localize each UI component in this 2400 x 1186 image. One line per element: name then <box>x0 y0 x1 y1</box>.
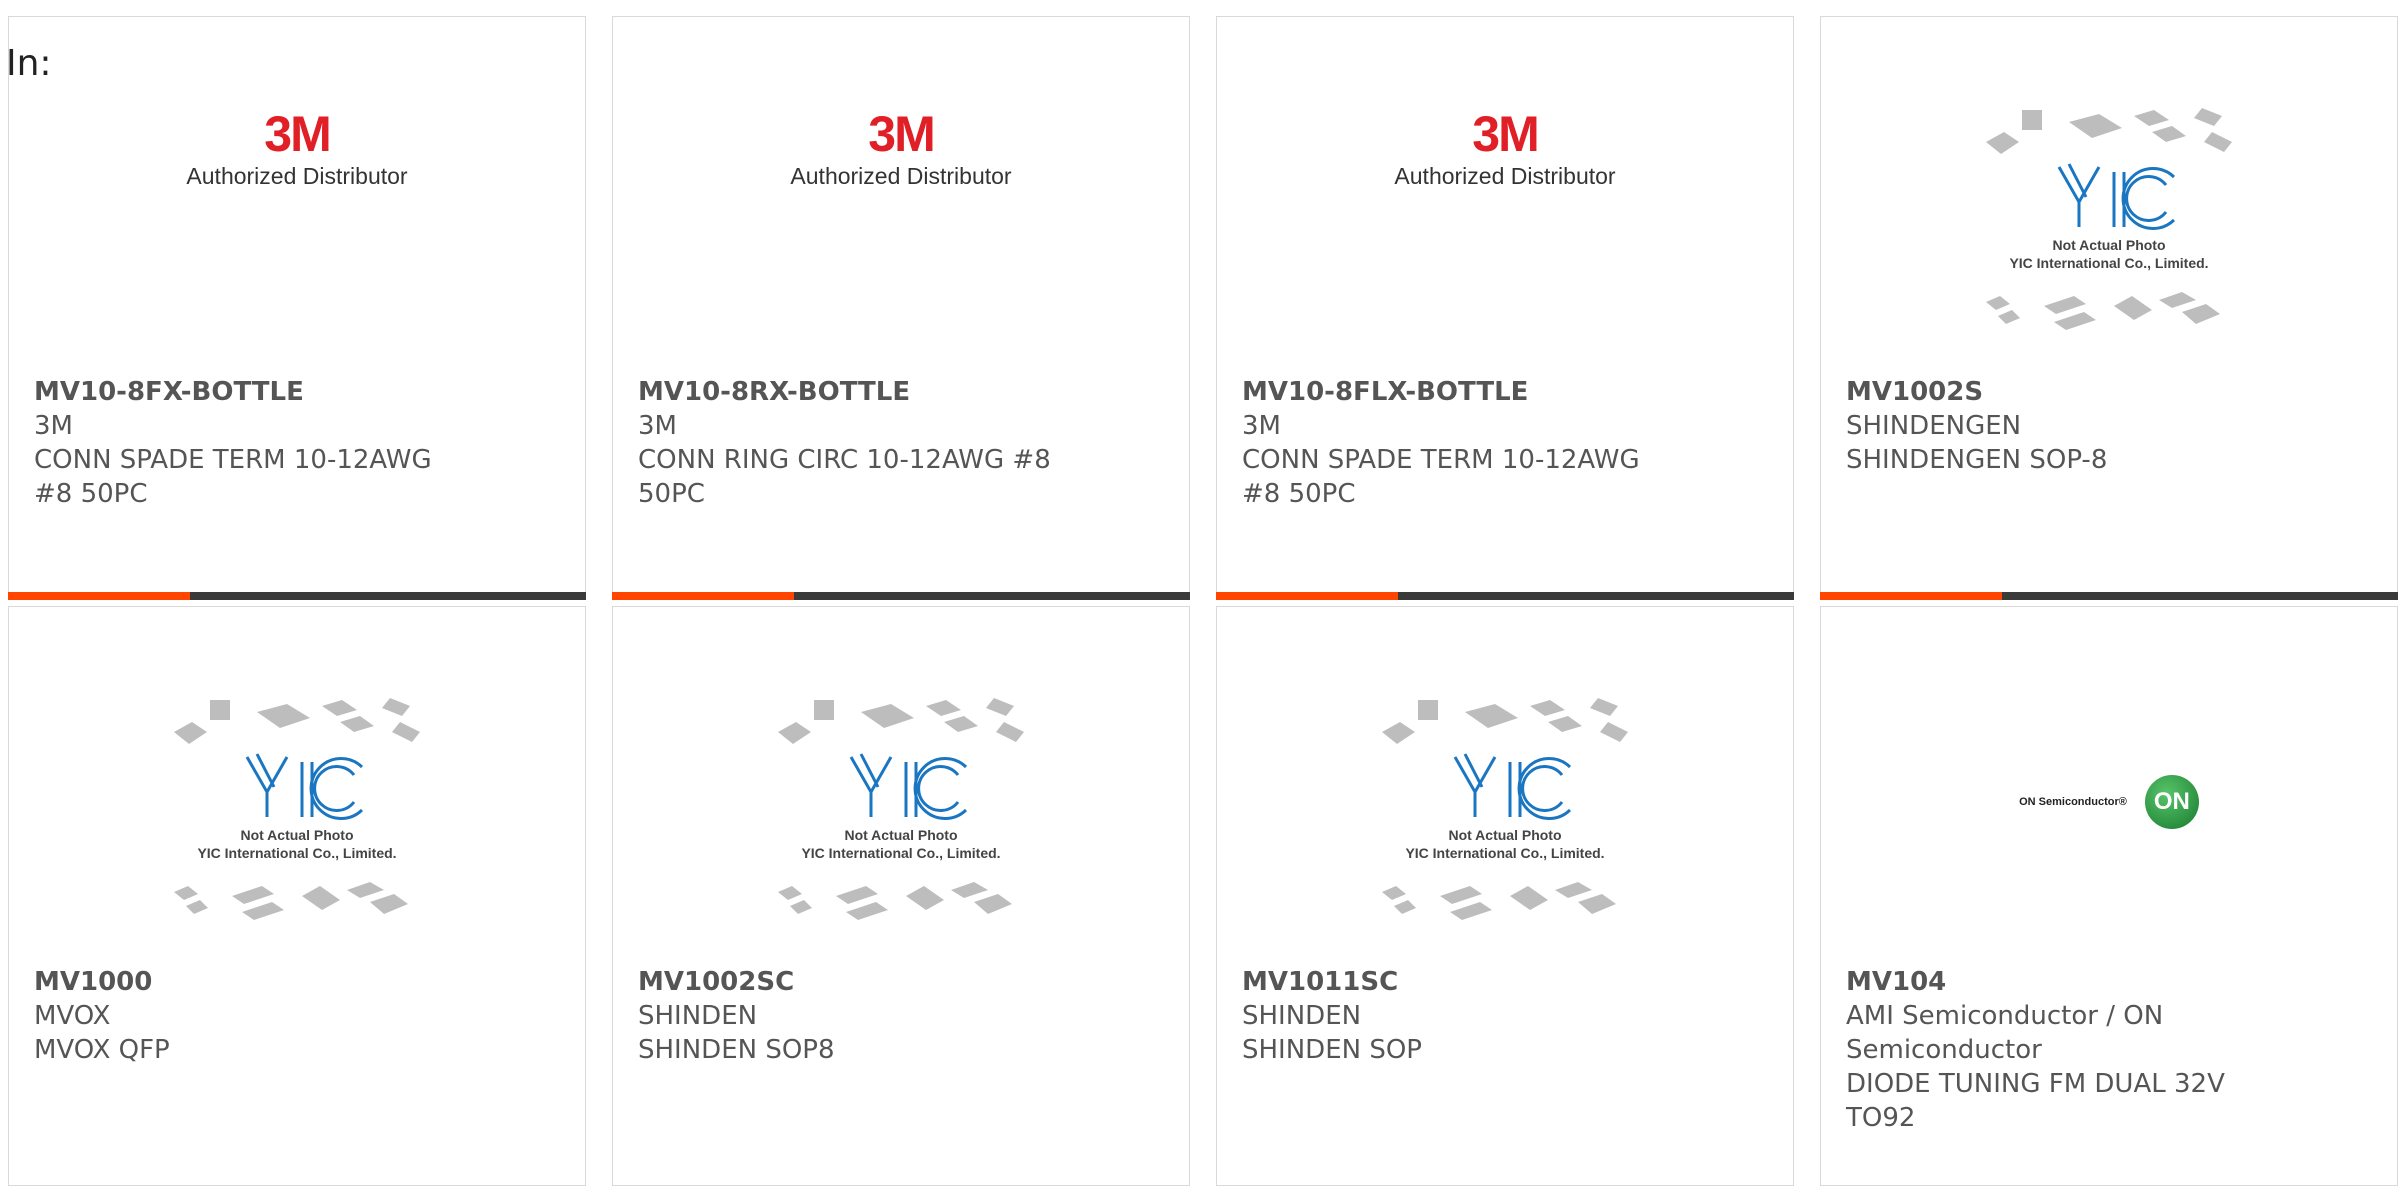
description: DIODE TUNING FM DUAL 32V TO92 <box>1846 1069 2225 1133</box>
part-number[interactable]: MV1002S <box>1846 375 2276 409</box>
3m-logo-mark: 3M <box>1472 105 1539 162</box>
3m-logo-subtitle: Authorized Distributor <box>790 162 1012 189</box>
description: SHINDEN SOP8 <box>638 1035 835 1065</box>
product-image[interactable]: Not Actual Photo YIC International Co., … <box>9 682 585 952</box>
manufacturer: MVOX <box>34 1001 111 1031</box>
part-number[interactable]: MV1011SC <box>1242 965 1672 999</box>
yic-caption-line1: Not Actual Photo <box>240 827 353 843</box>
manufacturer: SHINDENGEN <box>1846 411 2022 441</box>
yic-placeholder-image: Not Actual Photo YIC International Co., … <box>162 692 432 942</box>
3m-logo: 3M Authorized Distributor <box>1394 109 1615 190</box>
product-image[interactable]: Not Actual Photo YIC International Co., … <box>1821 92 2397 362</box>
part-number[interactable]: MV1000 <box>34 965 464 999</box>
product-image[interactable]: Not Actual Photo YIC International Co., … <box>1217 682 1793 952</box>
yic-caption-line2: YIC International Co., Limited. <box>1405 845 1604 861</box>
product-card[interactable]: Not Actual Photo YIC International Co., … <box>1216 606 1794 1186</box>
card-accent-bar <box>8 592 586 600</box>
part-number[interactable]: MV10-8FX-BOTTLE <box>34 375 464 409</box>
3m-logo-subtitle: Authorized Distributor <box>186 162 408 189</box>
product-card[interactable]: 3M Authorized Distributor MV10-8FX-BOTTL… <box>8 16 586 600</box>
yic-placeholder-image: Not Actual Photo YIC International Co., … <box>766 692 1036 942</box>
card-accent-bar <box>1216 592 1794 600</box>
3m-logo-mark: 3M <box>264 105 331 162</box>
product-card[interactable]: Not Actual Photo YIC International Co., … <box>8 606 586 1186</box>
product-image[interactable]: Not Actual Photo YIC International Co., … <box>613 682 1189 952</box>
description: CONN SPADE TERM 10-12AWG #8 50PC <box>1242 445 1640 509</box>
product-image[interactable]: 3M Authorized Distributor <box>1217 92 1793 362</box>
part-number[interactable]: MV10-8RX-BOTTLE <box>638 375 1068 409</box>
3m-logo-subtitle: Authorized Distributor <box>1394 162 1616 189</box>
in-label: In: <box>6 43 52 84</box>
on-semiconductor-logo: ON Semiconductor® ON <box>2019 775 2199 829</box>
3m-logo-mark: 3M <box>868 105 935 162</box>
yic-placeholder-image: Not Actual Photo YIC International Co., … <box>1974 102 2244 352</box>
product-card[interactable]: 3M Authorized Distributor MV10-8RX-BOTTL… <box>612 16 1190 600</box>
product-card[interactable]: ON Semiconductor® ON MV104 AMI Semicondu… <box>1820 606 2398 1186</box>
product-image[interactable]: 3M Authorized Distributor <box>9 92 585 362</box>
manufacturer: SHINDEN <box>1242 1001 1362 1031</box>
description: CONN SPADE TERM 10-12AWG #8 50PC <box>34 445 432 509</box>
manufacturer: 3M <box>638 411 677 441</box>
yic-caption-line2: YIC International Co., Limited. <box>197 845 396 861</box>
on-badge-icon: ON <box>2144 775 2199 829</box>
product-image[interactable]: ON Semiconductor® ON <box>1821 682 2397 952</box>
part-number[interactable]: MV104 <box>1846 965 2276 999</box>
manufacturer: AMI Semiconductor / ON Semiconductor <box>1846 1001 2164 1065</box>
manufacturer: SHINDEN <box>638 1001 758 1031</box>
3m-logo: 3M Authorized Distributor <box>186 109 407 190</box>
3m-logo: 3M Authorized Distributor <box>790 109 1011 190</box>
product-card[interactable]: Not Actual Photo YIC International Co., … <box>612 606 1190 1186</box>
description: SHINDENGEN SOP-8 <box>1846 445 2108 475</box>
manufacturer: 3M <box>34 411 73 441</box>
part-number[interactable]: MV10-8FLX-BOTTLE <box>1242 375 1672 409</box>
part-number[interactable]: MV1002SC <box>638 965 1068 999</box>
on-semiconductor-logo-text: ON Semiconductor® <box>2019 796 2127 808</box>
yic-caption-line2: YIC International Co., Limited. <box>2009 255 2208 271</box>
yic-caption-line1: Not Actual Photo <box>844 827 957 843</box>
product-card[interactable]: Not Actual Photo YIC International Co., … <box>1820 16 2398 600</box>
yic-caption-line2: YIC International Co., Limited. <box>801 845 1000 861</box>
product-card[interactable]: 3M Authorized Distributor MV10-8FLX-BOTT… <box>1216 16 1794 600</box>
yic-placeholder-image: Not Actual Photo YIC International Co., … <box>1370 692 1640 942</box>
description: SHINDEN SOP <box>1242 1035 1422 1065</box>
card-accent-bar <box>1820 592 2398 600</box>
yic-caption-line1: Not Actual Photo <box>1448 827 1561 843</box>
manufacturer: 3M <box>1242 411 1281 441</box>
product-image[interactable]: 3M Authorized Distributor <box>613 92 1189 362</box>
description: MVOX QFP <box>34 1035 170 1065</box>
yic-caption-line1: Not Actual Photo <box>2052 237 2165 253</box>
card-accent-bar <box>612 592 1190 600</box>
description: CONN RING CIRC 10-12AWG #8 50PC <box>638 445 1051 509</box>
